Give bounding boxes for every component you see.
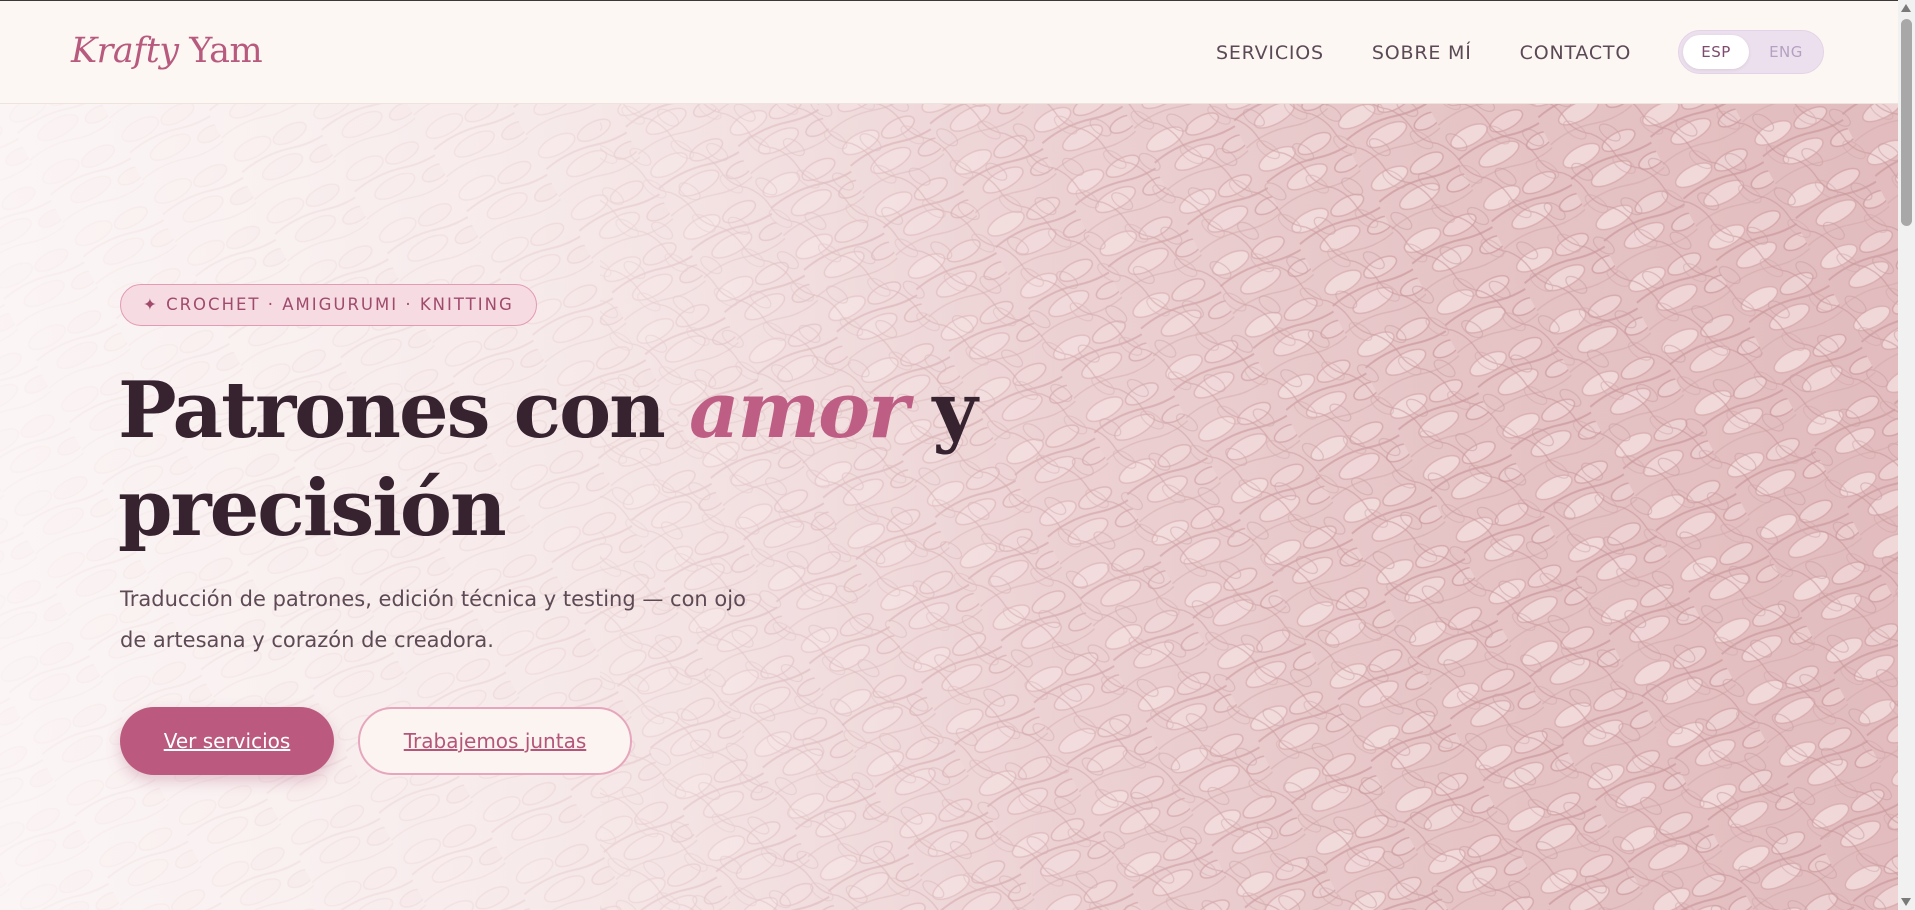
scrollbar-thumb[interactable] xyxy=(1901,19,1912,226)
nav-link-sobre-mi[interactable]: SOBRE MÍ xyxy=(1372,42,1472,64)
nav-link-servicios[interactable]: SERVICIOS xyxy=(1216,42,1324,64)
language-toggle: ESP ENG xyxy=(1678,30,1824,74)
site-header: Krafty Yam SERVICIOS SOBRE MÍ CONTACTO E… xyxy=(0,0,1898,104)
logo-italic-text: Krafty xyxy=(71,31,179,71)
hero-title-part2: y xyxy=(932,365,977,456)
hero-subtitle: Traducción de patrones, edición técnica … xyxy=(120,587,746,652)
lang-option-eng[interactable]: ENG xyxy=(1753,35,1819,69)
hero-title-line2: precisión xyxy=(118,463,507,554)
trabajemos-juntas-button[interactable]: Trabajemos juntas xyxy=(358,707,632,775)
lang-option-esp[interactable]: ESP xyxy=(1683,35,1749,69)
scroll-down-arrow-icon[interactable] xyxy=(1901,898,1911,906)
hero-title: Patrones con amor y precisión xyxy=(118,362,1018,558)
page-scrollbar[interactable] xyxy=(1898,0,1915,910)
hero-title-part1: Patrones con xyxy=(118,365,666,456)
page: Krafty Yam SERVICIOS SOBRE MÍ CONTACTO E… xyxy=(0,0,1898,910)
main-nav: SERVICIOS SOBRE MÍ CONTACTO xyxy=(1216,42,1631,64)
logo-regular-text: Yam xyxy=(189,31,263,71)
scroll-up-arrow-icon[interactable] xyxy=(1901,4,1911,12)
nav-link-contacto[interactable]: CONTACTO xyxy=(1520,42,1631,64)
ver-servicios-button[interactable]: Ver servicios xyxy=(120,707,334,775)
hero-title-accent: amor xyxy=(689,365,909,456)
logo[interactable]: Krafty Yam xyxy=(71,31,263,71)
craft-tags-badge: ✦ CROCHET · AMIGURUMI · KNITTING xyxy=(120,284,537,326)
hero-section: ✦ CROCHET · AMIGURUMI · KNITTING Patrone… xyxy=(0,104,1898,910)
